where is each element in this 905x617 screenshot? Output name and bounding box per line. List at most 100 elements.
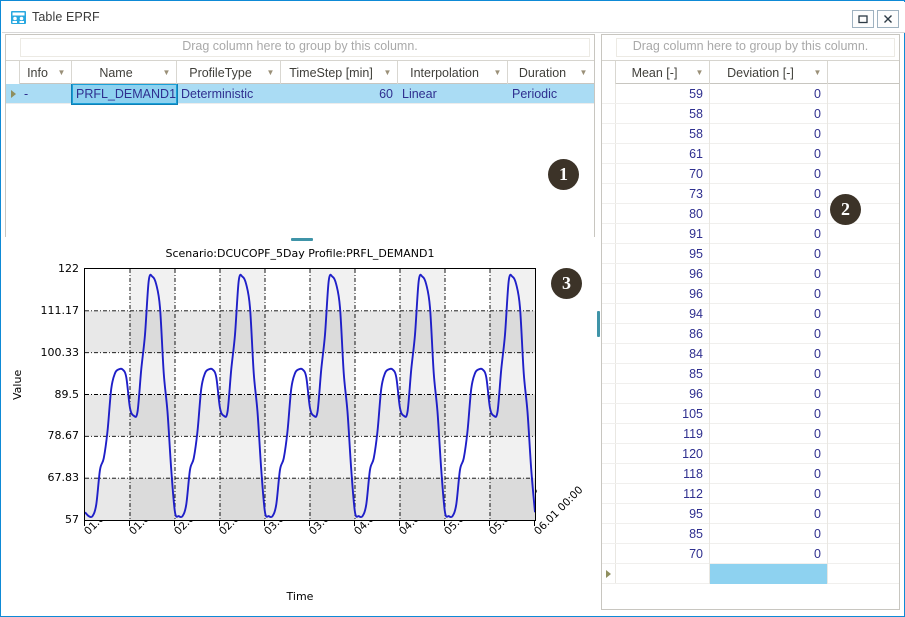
table-row[interactable]: 580 — [602, 104, 899, 124]
cell-mean[interactable]: 85 — [616, 364, 710, 384]
cell-mean[interactable]: 112 — [616, 484, 710, 504]
cell-deviation[interactable]: 0 — [710, 304, 828, 324]
cell-profiletype[interactable]: Deterministic — [177, 84, 281, 104]
cell-deviation[interactable]: 0 — [710, 524, 828, 544]
cell-mean[interactable]: 58 — [616, 104, 710, 124]
table-row[interactable]: 610 — [602, 144, 899, 164]
horizontal-splitter[interactable] — [5, 237, 595, 241]
restore-button[interactable] — [852, 10, 874, 28]
splitter-grip[interactable] — [597, 311, 600, 337]
profiles-col-name[interactable]: Name ▼ — [72, 61, 177, 84]
cell-deviation[interactable]: 0 — [710, 544, 828, 564]
cell-mean[interactable]: 85 — [616, 524, 710, 544]
cell-mean[interactable]: 84 — [616, 344, 710, 364]
cell-mean[interactable]: 59 — [616, 84, 710, 104]
cell-deviation[interactable]: 0 — [710, 284, 828, 304]
cell-info[interactable]: - — [20, 84, 72, 104]
cell-mean[interactable]: 91 — [616, 224, 710, 244]
profiles-col-profiletype[interactable]: ProfileType ▼ — [177, 61, 281, 84]
cell-mean[interactable]: 118 — [616, 464, 710, 484]
cell-timestep[interactable]: 60 — [281, 84, 398, 104]
cell-deviation[interactable]: 0 — [710, 404, 828, 424]
cell-deviation[interactable]: 0 — [710, 324, 828, 344]
values-col-deviation[interactable]: Deviation [-] ▼ — [710, 61, 828, 84]
cell-deviation[interactable]: 0 — [710, 424, 828, 444]
table-row[interactable]: 850 — [602, 364, 899, 384]
table-row[interactable]: 960 — [602, 284, 899, 304]
close-button[interactable] — [877, 10, 899, 28]
table-row[interactable]: 1180 — [602, 464, 899, 484]
cell-mean[interactable]: 70 — [616, 544, 710, 564]
table-row[interactable]: 1190 — [602, 424, 899, 444]
filter-icon[interactable]: ▼ — [264, 68, 280, 77]
table-row[interactable]: 840 — [602, 344, 899, 364]
cell-deviation[interactable]: 0 — [710, 264, 828, 284]
table-row[interactable]: 860 — [602, 324, 899, 344]
cell-duration[interactable]: Periodic — [508, 84, 593, 104]
cell-mean[interactable]: 70 — [616, 164, 710, 184]
cell-mean[interactable]: 80 — [616, 204, 710, 224]
profiles-col-duration[interactable]: Duration ▼ — [508, 61, 593, 84]
table-row[interactable]: 960 — [602, 384, 899, 404]
cell-deviation-new[interactable] — [710, 564, 828, 584]
table-row[interactable]: 1200 — [602, 444, 899, 464]
cell-mean[interactable]: 95 — [616, 504, 710, 524]
filter-icon[interactable]: ▼ — [55, 68, 71, 77]
cell-deviation[interactable]: 0 — [710, 384, 828, 404]
values-col-mean[interactable]: Mean [-] ▼ — [616, 61, 710, 84]
cell-mean[interactable]: 58 — [616, 124, 710, 144]
cell-deviation[interactable]: 0 — [710, 504, 828, 524]
cell-deviation[interactable]: 0 — [710, 344, 828, 364]
chart-plot-area[interactable] — [84, 268, 536, 521]
cell-mean[interactable]: 119 — [616, 424, 710, 444]
cell-interpolation[interactable]: Linear — [398, 84, 508, 104]
filter-icon[interactable]: ▼ — [491, 68, 507, 77]
profiles-col-info[interactable]: Info ▼ — [20, 61, 72, 84]
cell-deviation[interactable]: 0 — [710, 164, 828, 184]
cell-deviation[interactable]: 0 — [710, 204, 828, 224]
table-row[interactable]: - PRFL_DEMAND1 Deterministic 60 Linear P… — [6, 84, 594, 104]
cell-mean[interactable]: 61 — [616, 144, 710, 164]
cell-deviation[interactable]: 0 — [710, 364, 828, 384]
table-row[interactable]: 910 — [602, 224, 899, 244]
cell-mean[interactable]: 95 — [616, 244, 710, 264]
cell-deviation[interactable]: 0 — [710, 484, 828, 504]
cell-deviation[interactable]: 0 — [710, 184, 828, 204]
cell-deviation[interactable]: 0 — [710, 144, 828, 164]
cell-name[interactable]: PRFL_DEMAND1 — [72, 84, 177, 104]
new-row[interactable] — [602, 564, 899, 584]
cell-mean[interactable]: 96 — [616, 384, 710, 404]
profiles-col-timestep[interactable]: TimeStep [min] ▼ — [281, 61, 398, 84]
table-row[interactable]: 950 — [602, 504, 899, 524]
cell-deviation[interactable]: 0 — [710, 224, 828, 244]
cell-mean-new[interactable] — [616, 564, 710, 584]
cell-mean[interactable]: 96 — [616, 284, 710, 304]
cell-mean[interactable]: 73 — [616, 184, 710, 204]
cell-deviation[interactable]: 0 — [710, 124, 828, 144]
cell-deviation[interactable]: 0 — [710, 84, 828, 104]
table-row[interactable]: 590 — [602, 84, 899, 104]
cell-mean[interactable]: 86 — [616, 324, 710, 344]
table-row[interactable]: 1050 — [602, 404, 899, 424]
table-row[interactable]: 960 — [602, 264, 899, 284]
cell-mean[interactable]: 105 — [616, 404, 710, 424]
profiles-group-panel[interactable]: Drag column here to group by this column… — [6, 35, 594, 61]
cell-mean[interactable]: 94 — [616, 304, 710, 324]
filter-icon[interactable]: ▼ — [811, 68, 827, 77]
splitter-grip[interactable] — [291, 238, 313, 241]
profiles-col-interpolation[interactable]: Interpolation ▼ — [398, 61, 508, 84]
filter-icon[interactable]: ▼ — [693, 68, 709, 77]
values-group-panel[interactable]: Drag column here to group by this column… — [602, 35, 899, 61]
table-row[interactable]: 1120 — [602, 484, 899, 504]
filter-icon[interactable]: ▼ — [577, 68, 593, 77]
cell-deviation[interactable]: 0 — [710, 244, 828, 264]
table-row[interactable]: 580 — [602, 124, 899, 144]
table-row[interactable]: 850 — [602, 524, 899, 544]
cell-mean[interactable]: 96 — [616, 264, 710, 284]
cell-mean[interactable]: 120 — [616, 444, 710, 464]
filter-icon[interactable]: ▼ — [381, 68, 397, 77]
cell-deviation[interactable]: 0 — [710, 444, 828, 464]
table-row[interactable]: 940 — [602, 304, 899, 324]
table-row[interactable]: 700 — [602, 544, 899, 564]
table-row[interactable]: 700 — [602, 164, 899, 184]
